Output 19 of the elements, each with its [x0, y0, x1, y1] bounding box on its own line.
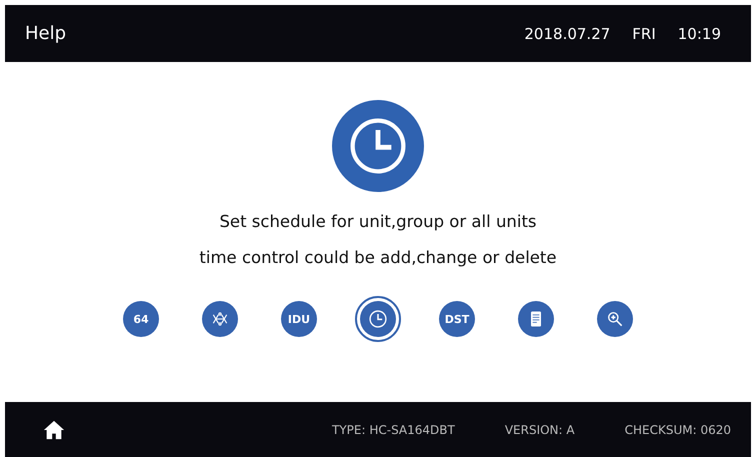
help-topic-button[interactable]: [202, 301, 238, 337]
zoom-in-icon: [605, 309, 625, 329]
screen-title: Help: [25, 23, 66, 44]
type-text: TYPE: HC-SA164DBT: [332, 422, 455, 436]
help-topic-button[interactable]: 64: [123, 301, 159, 337]
time-text: 10:19: [678, 24, 721, 42]
help-text: Set schedule for unit,group or all units: [218, 211, 538, 233]
weekday-text: FRI: [632, 24, 656, 42]
help-topic-button[interactable]: IDU: [281, 301, 317, 337]
checksum-text: CHECKSUM: 0620: [624, 422, 731, 436]
help-topic-button[interactable]: [518, 301, 554, 337]
help-topic-button[interactable]: DST: [439, 301, 475, 337]
date-text: 2018.07.27: [524, 24, 610, 42]
help-text: time control could be add,change or delete: [199, 247, 557, 269]
help-topic-button[interactable]: [597, 301, 633, 337]
help-topic-button[interactable]: [355, 296, 401, 342]
home-icon[interactable]: [43, 418, 65, 440]
version-text: VERSION: A: [504, 422, 575, 436]
clock-icon: [368, 309, 388, 329]
